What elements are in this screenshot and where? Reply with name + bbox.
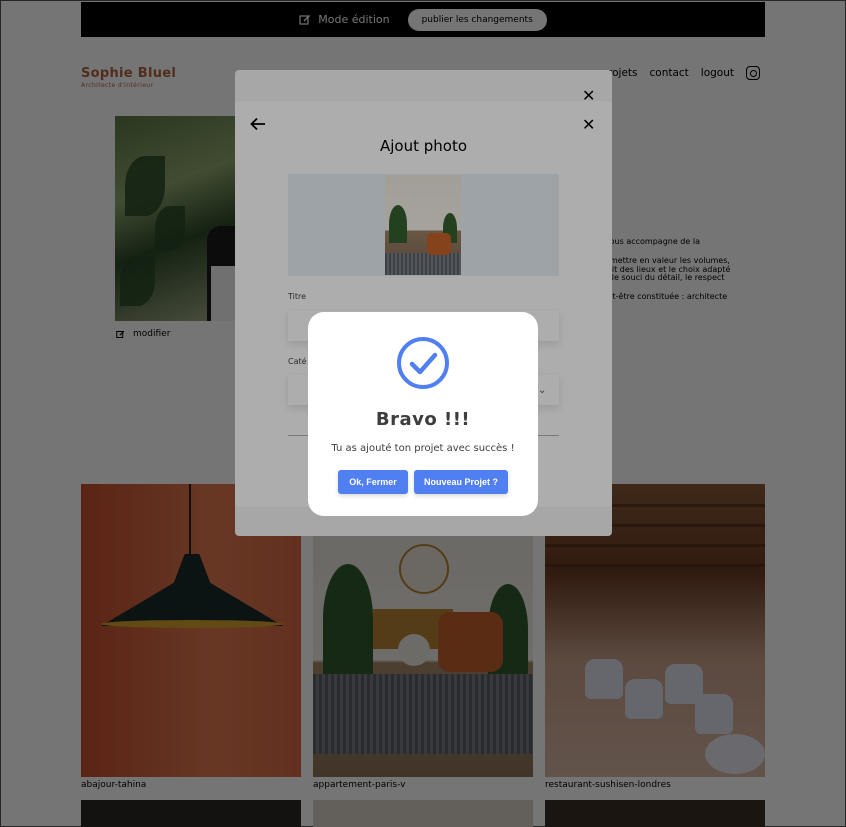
dialog-message: Tu as ajouté ton projet avec succès !: [331, 443, 515, 454]
ok-close-button[interactable]: Ok, Fermer: [338, 470, 408, 494]
success-dialog: Bravo !!! Tu as ajouté ton projet avec s…: [308, 312, 538, 516]
check-circle-icon: [397, 337, 449, 389]
new-project-button[interactable]: Nouveau Projet ?: [414, 470, 508, 494]
dialog-title: Bravo !!!: [375, 409, 471, 430]
